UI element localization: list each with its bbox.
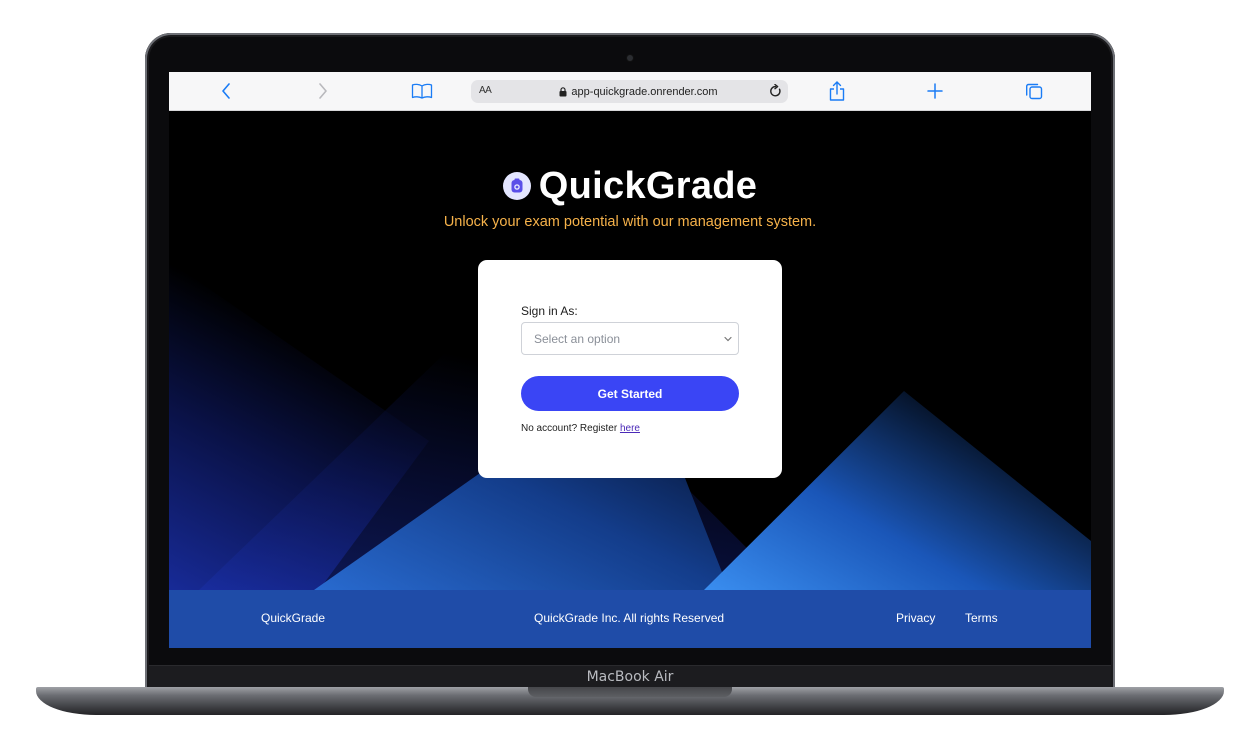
text-size-button[interactable]: AA [479, 85, 492, 96]
new-tab-button[interactable] [922, 79, 948, 103]
url-display: app-quickgrade.onrender.com [551, 84, 726, 99]
footer-copyright: QuickGrade Inc. All rights Reserved [534, 611, 725, 625]
back-button[interactable] [213, 79, 239, 103]
reload-button[interactable] [769, 83, 782, 103]
page-footer: QuickGrade QuickGrade Inc. All rights Re… [169, 590, 1091, 648]
bookmarks-button[interactable] [409, 79, 435, 103]
book-icon [411, 83, 433, 99]
register-prompt-text: No account? Register [521, 423, 618, 434]
share-icon [829, 81, 845, 101]
url-text: app-quickgrade.onrender.com [571, 85, 718, 98]
footer-link-privacy[interactable]: Privacy [896, 611, 935, 625]
reload-icon [770, 83, 781, 97]
signin-role-label: Sign in As: [521, 304, 578, 318]
signin-card: Sign in As: Select an option Get Started… [478, 260, 782, 478]
brand-name: QuickGrade [538, 164, 758, 207]
address-bar[interactable]: AA app-quickgrade.onrender.com [471, 80, 788, 103]
chevron-right-icon [319, 83, 327, 99]
web-page: QuickGrade Unlock your exam potential wi… [169, 111, 1091, 590]
lock-icon [559, 86, 567, 96]
register-prompt: No account? Register here [521, 423, 640, 434]
quickgrade-logo-icon [502, 172, 531, 200]
register-link[interactable]: here [620, 423, 640, 434]
tabs-icon [1026, 83, 1043, 100]
footer-link-terms[interactable]: Terms [965, 611, 998, 625]
laptop-hinge-notch [528, 687, 732, 697]
model-label: MacBook Air [586, 669, 674, 685]
forward-button[interactable] [310, 79, 336, 103]
chevron-left-icon [222, 83, 230, 99]
role-select-placeholder: Select an option [534, 332, 621, 346]
tabs-overview-button[interactable] [1021, 79, 1047, 103]
get-started-button[interactable]: Get Started [521, 376, 739, 411]
chevron-down-icon [724, 336, 732, 342]
tagline: Unlock your exam potential with our mana… [443, 214, 817, 230]
laptop-screen: AA app-quickgrade.onrender.com QuickGrad… [169, 72, 1091, 648]
share-button[interactable] [824, 79, 850, 103]
footer-brand[interactable]: QuickGrade [261, 611, 325, 625]
role-select[interactable]: Select an option [521, 322, 739, 355]
brand-header: QuickGrade [169, 164, 1091, 208]
browser-toolbar: AA app-quickgrade.onrender.com [169, 72, 1091, 111]
camera-icon [627, 55, 633, 61]
plus-icon [927, 83, 943, 99]
